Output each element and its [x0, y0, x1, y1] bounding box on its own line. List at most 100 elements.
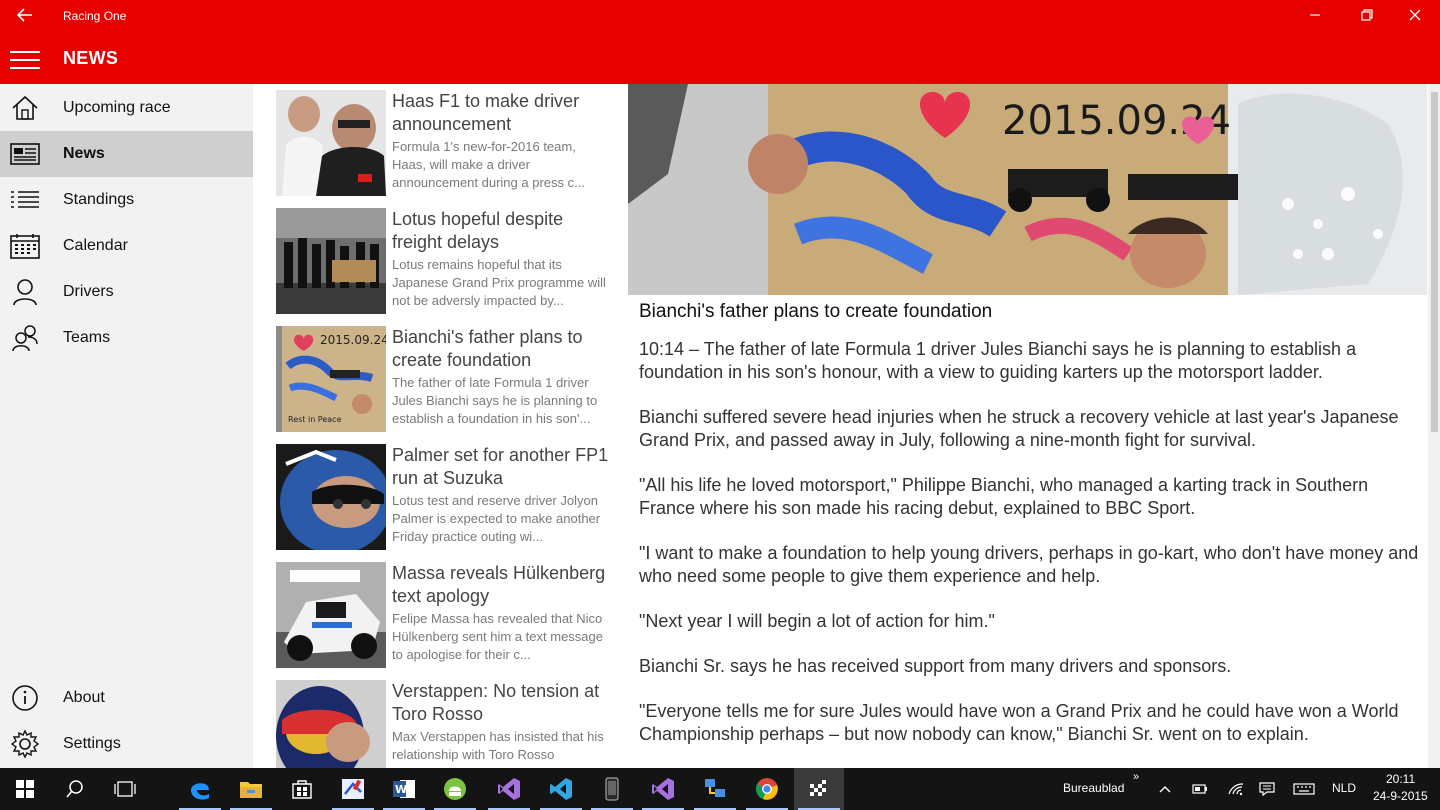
taskbar-app-visual-studio[interactable]: [484, 768, 534, 810]
news-title: Haas F1 to make driver announcement: [392, 91, 580, 134]
list-item[interactable]: Haas F1 to make driver announcement Form…: [276, 90, 616, 196]
news-summary: The father of late Formula 1 driver Jule…: [392, 375, 598, 426]
sidebar-item-settings[interactable]: Settings: [0, 721, 253, 767]
list-item[interactable]: Massa reveals Hülkenberg text apology Fe…: [276, 562, 616, 668]
tray-notifications[interactable]: [1253, 768, 1281, 810]
article-paragraph: 10:14 – The father of late Formula 1 dri…: [639, 339, 1357, 382]
article-pane: 2015.09.24 Bianchi's father plans to cre…: [628, 84, 1428, 768]
list-item[interactable]: Verstappen: No tension at Toro Rosso Max…: [276, 680, 616, 768]
sidebar: Upcoming race News Standings Calendar Dr…: [0, 84, 253, 768]
clock-time[interactable]: 20:11: [1386, 772, 1415, 786]
article-paragraph: "I want to make a foundation to help you…: [639, 543, 1419, 586]
news-summary: Max Verstappen has insisted that his rel…: [392, 729, 604, 762]
sidebar-item-news[interactable]: News: [0, 131, 253, 177]
start-button[interactable]: [0, 768, 50, 810]
taskbar-app-phone-emulator[interactable]: [587, 768, 637, 810]
tray-show-hidden[interactable]: [1152, 768, 1178, 810]
taskbar-app-store[interactable]: [277, 768, 327, 810]
taskbar-app-edge[interactable]: [175, 768, 225, 810]
input-language[interactable]: NLD: [1332, 781, 1356, 795]
news-thumbnail: [276, 208, 386, 314]
chevron-up-icon: [1159, 786, 1171, 793]
search-button[interactable]: [50, 768, 100, 810]
sidebar-item-standings[interactable]: Standings: [0, 177, 253, 223]
news-title: Palmer set for another FP1 run at Suzuka: [392, 445, 609, 488]
article-hero-image: 2015.09.24: [628, 84, 1427, 295]
folder-icon: [240, 782, 262, 798]
action-center-icon: [1259, 782, 1275, 796]
clock-date[interactable]: 24-9-2015: [1373, 789, 1428, 803]
news-title: Lotus hopeful despite freight delays: [392, 209, 564, 252]
article-body: 10:14 – The father of late Formula 1 dri…: [639, 338, 1428, 768]
sidebar-item-drivers[interactable]: Drivers: [0, 269, 253, 315]
gear-icon: [0, 721, 50, 767]
list-item[interactable]: 2015.09.24 Rest in Peace Bianchi's father…: [276, 326, 616, 432]
app-title: Racing One: [63, 9, 127, 23]
news-thumbnail: [276, 680, 386, 768]
news-summary: Formula 1's new-for-2016 team, Haas, wil…: [392, 139, 585, 190]
taskbar-app-android-tool[interactable]: [430, 768, 480, 810]
people-icon: [0, 315, 50, 361]
back-button[interactable]: [10, 5, 40, 29]
sidebar-item-label: Teams: [63, 329, 111, 346]
visual-studio-icon: [498, 778, 520, 800]
info-icon: [0, 675, 50, 721]
list-item[interactable]: Lotus hopeful despite freight delays Lot…: [276, 208, 616, 314]
checkered-flag-icon: [810, 780, 826, 796]
title-bar: Racing One: [0, 0, 1440, 34]
news-thumbnail: [276, 562, 386, 668]
arrow-left-icon: [16, 8, 32, 22]
hamburger-icon: [10, 51, 40, 53]
close-icon: [1409, 9, 1421, 21]
minimize-button[interactable]: [1290, 0, 1340, 34]
article-scrollbar-thumb[interactable]: [1431, 92, 1438, 432]
sidebar-item-label: News: [63, 145, 105, 162]
minimize-icon: [1310, 14, 1320, 16]
vs-code-icon: [550, 778, 572, 800]
word-icon: W: [393, 780, 415, 798]
sidebar-item-teams[interactable]: Teams: [0, 315, 253, 361]
tray-battery[interactable]: [1186, 768, 1214, 810]
sidebar-item-label: Upcoming race: [63, 99, 171, 116]
article-title: Bianchi's father plans to create foundat…: [639, 301, 993, 322]
taskbar-app-chrome[interactable]: [742, 768, 792, 810]
article-paragraph: "Next year I will begin a lot of action …: [639, 611, 995, 631]
sidebar-item-about[interactable]: About: [0, 675, 253, 721]
paint-icon: [342, 779, 364, 799]
task-view-button[interactable]: [100, 768, 150, 810]
windows-logo-icon: [16, 780, 34, 798]
sidebar-item-upcoming-race[interactable]: Upcoming race: [0, 85, 253, 131]
visual-studio-icon: [652, 778, 674, 800]
app-header: NEWS: [0, 34, 1440, 84]
sidebar-item-label: Standings: [63, 191, 135, 208]
hamburger-menu-button[interactable]: [10, 51, 40, 69]
page-title: NEWS: [63, 48, 119, 68]
taskbar-app-visual-studio-2[interactable]: [638, 768, 688, 810]
tray-wifi[interactable]: [1222, 768, 1250, 810]
battery-icon: [1192, 784, 1207, 794]
newspaper-icon: [0, 131, 50, 177]
taskbar-app-paint[interactable]: [328, 768, 378, 810]
sidebar-item-label: Calendar: [63, 237, 128, 254]
taskbar-app-file-explorer[interactable]: [226, 768, 276, 810]
keyboard-icon: [1293, 783, 1315, 795]
news-summary: Lotus remains hopeful that its Japanese …: [392, 257, 606, 308]
svg-text:2015.09.24: 2015.09.24: [320, 333, 386, 347]
toolbar-overflow-icon[interactable]: »: [1133, 771, 1139, 783]
search-icon: [66, 780, 83, 798]
close-button[interactable]: [1390, 0, 1440, 34]
list-item[interactable]: Palmer set for another FP1 run at Suzuka…: [276, 444, 616, 550]
taskbar-app-racing-one[interactable]: [794, 768, 844, 810]
sidebar-item-calendar[interactable]: Calendar: [0, 223, 253, 269]
news-thumbnail: [276, 444, 386, 550]
taskbar-app-network-tool[interactable]: [690, 768, 740, 810]
svg-text:Rest in Peace: Rest in Peace: [288, 415, 342, 424]
restore-button[interactable]: [1342, 0, 1392, 34]
store-icon: [292, 780, 312, 799]
sidebar-item-label: Settings: [63, 735, 121, 752]
desktop-toolbar-label[interactable]: Bureaublad: [1063, 781, 1124, 795]
taskbar-app-word[interactable]: W: [379, 768, 429, 810]
taskbar-app-vs-code[interactable]: [536, 768, 586, 810]
person-icon: [0, 269, 50, 315]
tray-touch-keyboard[interactable]: [1289, 768, 1319, 810]
